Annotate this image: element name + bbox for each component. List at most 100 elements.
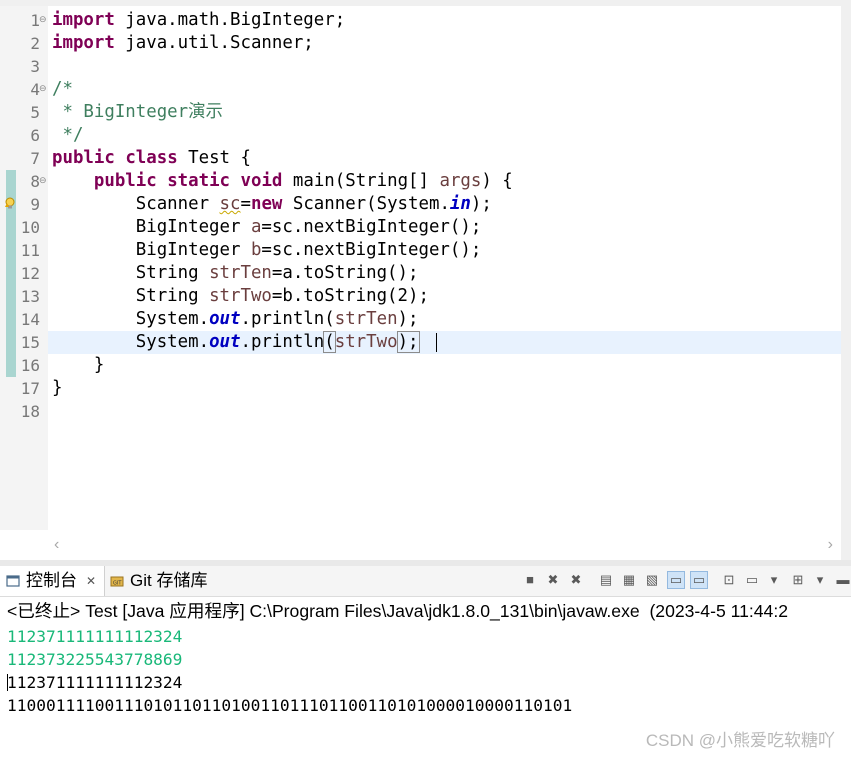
keyword: new	[250, 194, 283, 214]
code-text: Scanner(System.	[282, 194, 450, 214]
display-selected-console-icon[interactable]: ▭	[744, 572, 760, 588]
variable: sc	[219, 194, 241, 214]
tab-git-repositories[interactable]: GIT Git 存储库	[108, 566, 228, 596]
fold-toggle-icon[interactable]: ⊖	[39, 78, 47, 101]
code-text: String	[135, 286, 210, 306]
variable: strTen	[334, 309, 398, 329]
text-cursor	[436, 333, 437, 352]
dropdown-arrow-icon[interactable]: ▾	[812, 572, 828, 588]
remove-launch-icon[interactable]: ✖	[545, 572, 561, 588]
keyword: class	[125, 148, 178, 168]
word-wrap-icon[interactable]: ▧	[644, 572, 660, 588]
line-number: 3	[30, 57, 40, 76]
code-text: System.	[135, 332, 210, 352]
code-text: String	[135, 263, 210, 283]
variable: args	[439, 171, 482, 191]
code-line[interactable]: public class Test {	[52, 147, 251, 170]
panel-tab-bar: 控制台 ✕ GIT Git 存储库 ■ ✖ ✖ ▤ ▦ ▧ ▭ ▭ ⊡ ▭ ▾ …	[0, 566, 851, 597]
matching-bracket: );	[396, 331, 420, 353]
minimize-icon[interactable]: ▬	[835, 572, 851, 588]
matching-bracket: (	[323, 331, 336, 353]
svg-text:GIT: GIT	[113, 581, 122, 587]
code-text: =sc.nextBigInteger();	[261, 240, 482, 260]
code-line[interactable]: }	[52, 377, 62, 400]
line-number: 4	[30, 80, 40, 99]
line-number: 13	[20, 287, 40, 306]
close-icon[interactable]: ✕	[86, 566, 96, 596]
variable: a	[250, 217, 262, 237]
code-line[interactable]: System.out.println(strTwo);	[52, 331, 420, 354]
git-repository-icon: GIT	[110, 576, 124, 587]
line-number: 17	[20, 379, 40, 398]
clear-console-icon[interactable]: ▤	[598, 572, 614, 588]
code-text: main(String[]	[282, 171, 440, 191]
code-line[interactable]: String strTwo=b.toString(2);	[52, 285, 429, 308]
line-number: 5	[30, 103, 40, 122]
field: out	[209, 332, 241, 352]
watermark: CSDN @小熊爱吃软糖吖	[645, 731, 835, 750]
remove-all-terminated-icon[interactable]: ✖	[568, 572, 584, 588]
line-number: 14	[20, 310, 40, 329]
keyword: public	[93, 171, 157, 191]
code-text: System.	[135, 309, 210, 329]
console-icon	[6, 575, 20, 587]
code-text: java.util.Scanner;	[114, 33, 314, 53]
fold-toggle-icon[interactable]: ⊖	[39, 9, 47, 32]
console-input-line: 112371111111112324	[7, 627, 183, 646]
code-line[interactable]: System.out.println(strTen);	[52, 308, 419, 331]
code-text: java.math.BigInteger;	[114, 10, 346, 30]
fold-toggle-icon[interactable]: ⊖	[39, 170, 47, 193]
line-number: 1	[30, 11, 40, 30]
code-text: );	[470, 194, 492, 214]
variable: strTwo	[334, 332, 398, 352]
line-number: 18	[20, 402, 40, 421]
code-line[interactable]: * BigInteger演示	[52, 101, 222, 124]
code-line[interactable]: /*	[52, 78, 73, 101]
code-line[interactable]: BigInteger a=sc.nextBigInteger();	[52, 216, 482, 239]
console-output-line: 1100011110011101011011010011011101100110…	[7, 696, 573, 715]
code-line[interactable]: */	[52, 124, 83, 147]
warning-lightbulb-icon[interactable]	[4, 197, 16, 209]
text-cursor	[7, 674, 8, 691]
dropdown-arrow-icon[interactable]: ▾	[766, 572, 782, 588]
code-text: .println	[240, 332, 325, 352]
code-line[interactable]: BigInteger b=sc.nextBigInteger();	[52, 239, 482, 262]
scroll-lock-icon[interactable]: ▦	[621, 572, 637, 588]
code-text: Scanner	[135, 194, 220, 214]
scroll-left-icon[interactable]: ‹	[54, 536, 59, 554]
line-number: 6	[30, 126, 40, 145]
horizontal-scrollbar[interactable]: ‹ ›	[48, 536, 841, 554]
code-text: BigInteger	[135, 217, 251, 237]
pin-console-icon[interactable]: ⊡	[721, 572, 737, 588]
code-text: =a.toString();	[271, 263, 419, 283]
code-line[interactable]: import java.util.Scanner;	[52, 32, 314, 55]
line-number: 7	[30, 149, 40, 168]
field: in	[449, 194, 471, 214]
code-text: BigInteger	[135, 240, 251, 260]
line-number: 15	[20, 333, 40, 352]
terminate-icon[interactable]: ■	[522, 572, 538, 588]
code-line[interactable]: }	[52, 354, 104, 377]
code-line[interactable]: Scanner sc=new Scanner(System.in);	[52, 193, 492, 216]
code-text: =	[240, 194, 251, 214]
keyword: import	[52, 10, 115, 30]
show-console-on-stdout-icon[interactable]: ▭	[667, 571, 685, 589]
open-console-icon[interactable]: ⊞	[790, 572, 806, 588]
code-line[interactable]: public static void main(String[] args) {	[52, 170, 513, 193]
variable: b	[250, 240, 262, 260]
scroll-right-icon[interactable]: ›	[828, 536, 833, 554]
show-console-on-stderr-icon[interactable]: ▭	[690, 571, 708, 589]
code-text: );	[397, 309, 419, 329]
code-line[interactable]: import java.math.BigInteger;	[52, 9, 345, 32]
tab-console[interactable]: 控制台 ✕	[0, 566, 105, 596]
console-input-line: 112373225543778869	[7, 650, 183, 669]
variable: strTen	[209, 263, 272, 283]
keyword: void	[240, 171, 283, 191]
code-editor[interactable]: 1 2 3 4 5 6 7 8 9 10 11 12 13 14 15 16 1…	[0, 6, 851, 560]
code-line[interactable]: String strTen=a.toString();	[52, 262, 419, 285]
variable: strTwo	[209, 286, 272, 306]
